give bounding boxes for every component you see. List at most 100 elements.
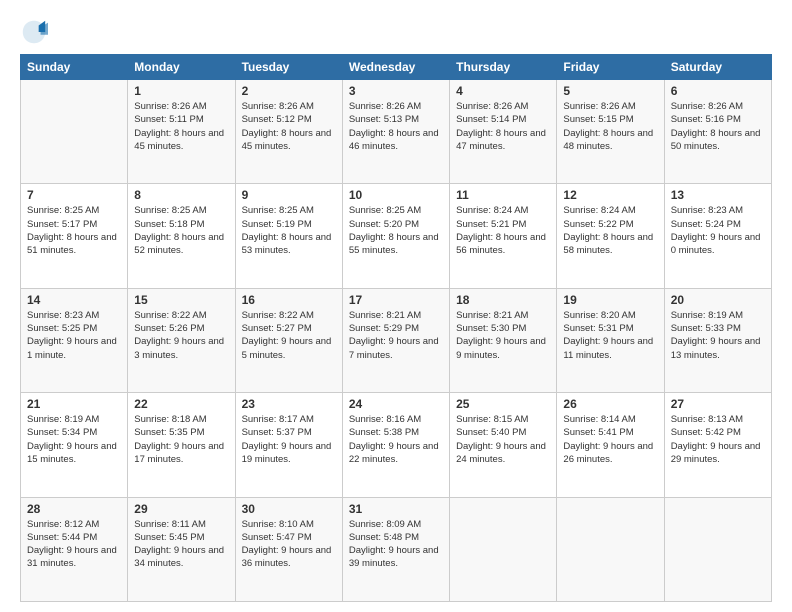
day-info: Sunrise: 8:19 AMSunset: 5:33 PMDaylight:… — [671, 309, 765, 362]
logo — [20, 18, 52, 46]
day-info: Sunrise: 8:26 AMSunset: 5:13 PMDaylight:… — [349, 100, 443, 153]
calendar-cell: 25 Sunrise: 8:15 AMSunset: 5:40 PMDaylig… — [450, 393, 557, 497]
calendar-cell — [557, 497, 664, 601]
calendar-cell: 16 Sunrise: 8:22 AMSunset: 5:27 PMDaylig… — [235, 288, 342, 392]
week-row-4: 28 Sunrise: 8:12 AMSunset: 5:44 PMDaylig… — [21, 497, 772, 601]
day-info: Sunrise: 8:12 AMSunset: 5:44 PMDaylight:… — [27, 518, 121, 571]
calendar-cell: 31 Sunrise: 8:09 AMSunset: 5:48 PMDaylig… — [342, 497, 449, 601]
calendar-cell: 29 Sunrise: 8:11 AMSunset: 5:45 PMDaylig… — [128, 497, 235, 601]
calendar-cell: 17 Sunrise: 8:21 AMSunset: 5:29 PMDaylig… — [342, 288, 449, 392]
day-info: Sunrise: 8:21 AMSunset: 5:29 PMDaylight:… — [349, 309, 443, 362]
day-number: 8 — [134, 188, 228, 202]
day-number: 12 — [563, 188, 657, 202]
calendar-cell: 4 Sunrise: 8:26 AMSunset: 5:14 PMDayligh… — [450, 80, 557, 184]
day-number: 21 — [27, 397, 121, 411]
col-header-thursday: Thursday — [450, 55, 557, 80]
calendar-cell: 13 Sunrise: 8:23 AMSunset: 5:24 PMDaylig… — [664, 184, 771, 288]
col-header-sunday: Sunday — [21, 55, 128, 80]
day-info: Sunrise: 8:14 AMSunset: 5:41 PMDaylight:… — [563, 413, 657, 466]
day-info: Sunrise: 8:18 AMSunset: 5:35 PMDaylight:… — [134, 413, 228, 466]
calendar-cell: 12 Sunrise: 8:24 AMSunset: 5:22 PMDaylig… — [557, 184, 664, 288]
week-row-0: 1 Sunrise: 8:26 AMSunset: 5:11 PMDayligh… — [21, 80, 772, 184]
header-row: SundayMondayTuesdayWednesdayThursdayFrid… — [21, 55, 772, 80]
day-info: Sunrise: 8:22 AMSunset: 5:26 PMDaylight:… — [134, 309, 228, 362]
col-header-tuesday: Tuesday — [235, 55, 342, 80]
calendar-cell: 9 Sunrise: 8:25 AMSunset: 5:19 PMDayligh… — [235, 184, 342, 288]
calendar-cell: 10 Sunrise: 8:25 AMSunset: 5:20 PMDaylig… — [342, 184, 449, 288]
day-number: 17 — [349, 293, 443, 307]
day-number: 16 — [242, 293, 336, 307]
calendar-cell — [450, 497, 557, 601]
week-row-1: 7 Sunrise: 8:25 AMSunset: 5:17 PMDayligh… — [21, 184, 772, 288]
calendar-cell: 30 Sunrise: 8:10 AMSunset: 5:47 PMDaylig… — [235, 497, 342, 601]
calendar-table: SundayMondayTuesdayWednesdayThursdayFrid… — [20, 54, 772, 602]
calendar-cell: 24 Sunrise: 8:16 AMSunset: 5:38 PMDaylig… — [342, 393, 449, 497]
calendar-cell: 22 Sunrise: 8:18 AMSunset: 5:35 PMDaylig… — [128, 393, 235, 497]
day-info: Sunrise: 8:26 AMSunset: 5:11 PMDaylight:… — [134, 100, 228, 153]
day-info: Sunrise: 8:22 AMSunset: 5:27 PMDaylight:… — [242, 309, 336, 362]
calendar-cell: 19 Sunrise: 8:20 AMSunset: 5:31 PMDaylig… — [557, 288, 664, 392]
day-number: 29 — [134, 502, 228, 516]
calendar-cell: 15 Sunrise: 8:22 AMSunset: 5:26 PMDaylig… — [128, 288, 235, 392]
calendar-cell: 1 Sunrise: 8:26 AMSunset: 5:11 PMDayligh… — [128, 80, 235, 184]
day-info: Sunrise: 8:17 AMSunset: 5:37 PMDaylight:… — [242, 413, 336, 466]
day-number: 14 — [27, 293, 121, 307]
logo-icon — [20, 18, 48, 46]
day-info: Sunrise: 8:25 AMSunset: 5:20 PMDaylight:… — [349, 204, 443, 257]
day-number: 27 — [671, 397, 765, 411]
day-info: Sunrise: 8:11 AMSunset: 5:45 PMDaylight:… — [134, 518, 228, 571]
col-header-wednesday: Wednesday — [342, 55, 449, 80]
day-number: 22 — [134, 397, 228, 411]
day-number: 11 — [456, 188, 550, 202]
day-info: Sunrise: 8:26 AMSunset: 5:12 PMDaylight:… — [242, 100, 336, 153]
calendar-cell: 20 Sunrise: 8:19 AMSunset: 5:33 PMDaylig… — [664, 288, 771, 392]
day-number: 13 — [671, 188, 765, 202]
day-number: 18 — [456, 293, 550, 307]
day-info: Sunrise: 8:23 AMSunset: 5:25 PMDaylight:… — [27, 309, 121, 362]
day-info: Sunrise: 8:13 AMSunset: 5:42 PMDaylight:… — [671, 413, 765, 466]
day-number: 3 — [349, 84, 443, 98]
day-number: 30 — [242, 502, 336, 516]
day-number: 4 — [456, 84, 550, 98]
col-header-monday: Monday — [128, 55, 235, 80]
day-number: 2 — [242, 84, 336, 98]
day-info: Sunrise: 8:09 AMSunset: 5:48 PMDaylight:… — [349, 518, 443, 571]
day-number: 28 — [27, 502, 121, 516]
week-row-3: 21 Sunrise: 8:19 AMSunset: 5:34 PMDaylig… — [21, 393, 772, 497]
calendar-cell: 2 Sunrise: 8:26 AMSunset: 5:12 PMDayligh… — [235, 80, 342, 184]
day-number: 7 — [27, 188, 121, 202]
day-info: Sunrise: 8:26 AMSunset: 5:16 PMDaylight:… — [671, 100, 765, 153]
day-info: Sunrise: 8:25 AMSunset: 5:18 PMDaylight:… — [134, 204, 228, 257]
day-info: Sunrise: 8:20 AMSunset: 5:31 PMDaylight:… — [563, 309, 657, 362]
day-number: 1 — [134, 84, 228, 98]
day-number: 23 — [242, 397, 336, 411]
day-info: Sunrise: 8:25 AMSunset: 5:19 PMDaylight:… — [242, 204, 336, 257]
header — [20, 18, 772, 46]
calendar-cell: 14 Sunrise: 8:23 AMSunset: 5:25 PMDaylig… — [21, 288, 128, 392]
calendar-cell: 11 Sunrise: 8:24 AMSunset: 5:21 PMDaylig… — [450, 184, 557, 288]
day-info: Sunrise: 8:19 AMSunset: 5:34 PMDaylight:… — [27, 413, 121, 466]
col-header-friday: Friday — [557, 55, 664, 80]
week-row-2: 14 Sunrise: 8:23 AMSunset: 5:25 PMDaylig… — [21, 288, 772, 392]
calendar-cell: 27 Sunrise: 8:13 AMSunset: 5:42 PMDaylig… — [664, 393, 771, 497]
day-info: Sunrise: 8:25 AMSunset: 5:17 PMDaylight:… — [27, 204, 121, 257]
day-number: 19 — [563, 293, 657, 307]
day-info: Sunrise: 8:15 AMSunset: 5:40 PMDaylight:… — [456, 413, 550, 466]
calendar-cell: 7 Sunrise: 8:25 AMSunset: 5:17 PMDayligh… — [21, 184, 128, 288]
calendar-cell — [664, 497, 771, 601]
day-number: 9 — [242, 188, 336, 202]
day-number: 5 — [563, 84, 657, 98]
day-info: Sunrise: 8:26 AMSunset: 5:15 PMDaylight:… — [563, 100, 657, 153]
day-number: 6 — [671, 84, 765, 98]
calendar-cell: 23 Sunrise: 8:17 AMSunset: 5:37 PMDaylig… — [235, 393, 342, 497]
day-info: Sunrise: 8:23 AMSunset: 5:24 PMDaylight:… — [671, 204, 765, 257]
calendar-cell: 3 Sunrise: 8:26 AMSunset: 5:13 PMDayligh… — [342, 80, 449, 184]
day-number: 31 — [349, 502, 443, 516]
calendar-cell: 21 Sunrise: 8:19 AMSunset: 5:34 PMDaylig… — [21, 393, 128, 497]
calendar-cell: 28 Sunrise: 8:12 AMSunset: 5:44 PMDaylig… — [21, 497, 128, 601]
calendar-cell: 8 Sunrise: 8:25 AMSunset: 5:18 PMDayligh… — [128, 184, 235, 288]
calendar-cell — [21, 80, 128, 184]
day-number: 15 — [134, 293, 228, 307]
day-number: 24 — [349, 397, 443, 411]
day-info: Sunrise: 8:24 AMSunset: 5:22 PMDaylight:… — [563, 204, 657, 257]
